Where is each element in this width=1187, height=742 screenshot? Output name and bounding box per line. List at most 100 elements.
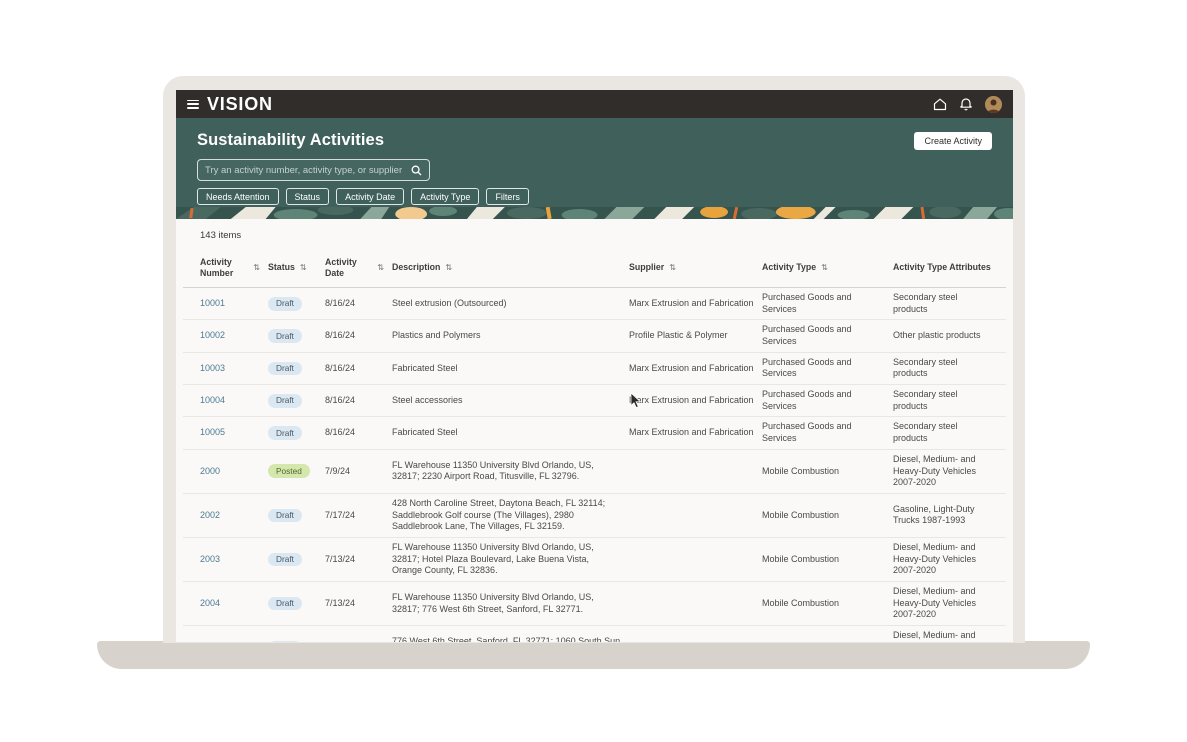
supplier-cell: Marx Extrusion and Fabrication	[629, 395, 762, 407]
laptop-bezel: VISION	[163, 76, 1025, 643]
activity-number-link[interactable]: 2004	[200, 598, 220, 608]
filter-chip-activity-date[interactable]: Activity Date	[336, 188, 404, 205]
status-cell: Draft	[268, 641, 325, 642]
sort-icon[interactable]: ⇅	[253, 264, 260, 272]
search-box	[197, 159, 430, 181]
activity-number-link[interactable]: 10003	[200, 363, 268, 375]
activity-date-cell: 7/9/24	[325, 466, 392, 478]
activity-number-link[interactable]: 2003	[200, 554, 220, 564]
filter-chip-row: Needs Attention Status Activity Date Activi…	[197, 188, 992, 205]
column-label: Activity Type Attributes	[893, 262, 991, 273]
activity-number-link[interactable]: 10005	[200, 427, 225, 437]
description-cell: Steel extrusion (Outsourced)	[392, 298, 629, 310]
banner-leaf-illustration	[176, 207, 1013, 219]
content-area: 143 items Activity Number⇅Status⇅Activit…	[176, 230, 1013, 642]
supplier-cell: Marx Extrusion and Fabrication	[629, 427, 762, 439]
supplier-cell: Marx Extrusion and Fabrication	[629, 298, 762, 310]
activity-number-link[interactable]: 10004	[200, 395, 268, 407]
sort-icon[interactable]: ⇅	[669, 264, 676, 272]
activity-number-link[interactable]: 2000	[200, 466, 220, 476]
status-badge: Draft	[268, 362, 302, 376]
activity-type-cell: Purchased Goods and Services	[762, 421, 893, 444]
activity-type-cell: Purchased Goods and Services	[762, 292, 893, 315]
attributes-cell: Diesel, Medium- and Heavy-Duty Vehicles …	[893, 630, 1000, 642]
filter-chip-filters[interactable]: Filters	[486, 188, 529, 205]
attributes-cell: Other plastic products	[893, 330, 1000, 342]
activity-number-link[interactable]: 2004	[200, 598, 268, 610]
sort-icon[interactable]: ⇅	[377, 264, 384, 272]
attributes-cell: Secondary steel products	[893, 292, 1000, 315]
activity-number-link[interactable]: 2002	[200, 510, 220, 520]
description-cell: Fabricated Steel	[392, 427, 629, 439]
column-header-status[interactable]: Status⇅	[268, 262, 325, 273]
attributes-cell: Diesel, Medium- and Heavy-Duty Vehicles …	[893, 454, 1000, 489]
table-row: 2003Draft7/13/24FL Warehouse 11350 Unive…	[183, 538, 1006, 582]
description-cell: 776 West 6th Street, Sanford, FL 32771; …	[392, 636, 629, 642]
column-label: Activity Number	[200, 257, 248, 279]
filter-chip-activity-type[interactable]: Activity Type	[411, 188, 479, 205]
page-header: Sustainability Activities Needs Attentio…	[176, 118, 1013, 207]
activity-type-cell: Mobile Combustion	[762, 598, 893, 610]
notifications-bell-icon[interactable]	[960, 97, 972, 111]
activity-number-link[interactable]: 10001	[200, 298, 225, 308]
activity-type-cell: Mobile Combustion	[762, 510, 893, 522]
description-cell: Plastics and Polymers	[392, 330, 629, 342]
user-avatar[interactable]	[985, 96, 1002, 113]
status-badge: Draft	[268, 553, 302, 567]
column-header-description[interactable]: Description ⇅	[392, 262, 629, 273]
column-header-activity-type[interactable]: Activity Type⇅	[762, 262, 893, 273]
activity-number-link[interactable]: 10004	[200, 395, 225, 405]
sort-icon[interactable]: ⇅	[300, 264, 307, 272]
page: VISION	[0, 0, 1187, 742]
column-header-activity-number[interactable]: Activity Number ⇅	[200, 257, 268, 279]
status-badge: Draft	[268, 426, 302, 440]
filter-chip-needs-attention[interactable]: Needs Attention	[197, 188, 279, 205]
activity-type-cell: Mobile Combustion	[762, 554, 893, 566]
status-cell: Draft	[268, 362, 325, 376]
search-icon[interactable]	[411, 165, 422, 176]
description-cell: FL Warehouse 11350 University Blvd Orlan…	[392, 460, 629, 483]
create-activity-button[interactable]: Create Activity	[914, 132, 992, 150]
activity-number-link[interactable]: 10005	[200, 427, 268, 439]
sort-icon[interactable]: ⇅	[821, 264, 828, 272]
table-row: 10003 Draft 8/16/24Fabricated SteelMarx Ex…	[183, 353, 1006, 385]
status-cell: Draft	[268, 509, 325, 523]
activity-date-cell: 8/16/24	[325, 363, 392, 375]
table-row: 10001Draft8/16/24Steel extrusion (Outsou…	[183, 288, 1006, 320]
status-cell: Draft	[268, 394, 325, 408]
supplier-cell: Marx Extrusion and Fabrication	[629, 363, 762, 375]
page-title: Sustainability Activities	[197, 131, 992, 150]
description-cell: Fabricated Steel	[392, 363, 629, 375]
activity-date-cell: 8/16/24	[325, 427, 392, 439]
status-badge: Draft	[268, 329, 302, 343]
activity-number-link[interactable]: 2002	[200, 510, 268, 522]
description-cell: Steel accessories	[392, 395, 629, 407]
home-icon[interactable]	[933, 98, 947, 111]
activity-number-link[interactable]: 10002	[200, 330, 225, 340]
column-header-activity-date[interactable]: Activity Date⇅	[325, 257, 392, 279]
activity-number-link[interactable]: 10001	[200, 298, 268, 310]
column-label: Description	[392, 262, 440, 273]
activity-number-link[interactable]: 2003	[200, 554, 268, 566]
hamburger-menu-icon[interactable]	[187, 100, 199, 109]
status-badge: Posted	[268, 464, 310, 478]
column-header-supplier[interactable]: Supplier⇅	[629, 262, 762, 273]
activity-number-link[interactable]: 10002	[200, 330, 268, 342]
filter-chip-status[interactable]: Status	[286, 188, 330, 205]
status-badge: Draft	[268, 394, 302, 408]
description-cell: FL Warehouse 11350 University Blvd Orlan…	[392, 542, 629, 577]
status-cell: Draft	[268, 597, 325, 611]
column-header-activity-type-attributes[interactable]: Activity Type Attributes	[893, 262, 1000, 273]
activity-date-cell: 8/16/24	[325, 395, 392, 407]
status-cell: Posted	[268, 464, 325, 478]
activity-number-link[interactable]: 2000	[200, 466, 268, 478]
status-badge: Draft	[268, 509, 302, 523]
activity-number-link[interactable]: 10003	[200, 363, 225, 373]
sort-icon[interactable]: ⇅	[445, 264, 452, 272]
search-input[interactable]	[205, 165, 411, 176]
table-row: 10005 Draft 8/16/24Fabricated SteelMarx Ex…	[183, 417, 1006, 449]
description-cell: FL Warehouse 11350 University Blvd Orlan…	[392, 592, 629, 615]
table-body: 10001 Draft 8/16/24 Steel extrusion (Outsou…	[183, 288, 1006, 642]
table-row: 2004Draft7/13/24FL Warehouse 11350 Unive…	[183, 582, 1006, 626]
status-badge: Draft	[268, 641, 302, 642]
